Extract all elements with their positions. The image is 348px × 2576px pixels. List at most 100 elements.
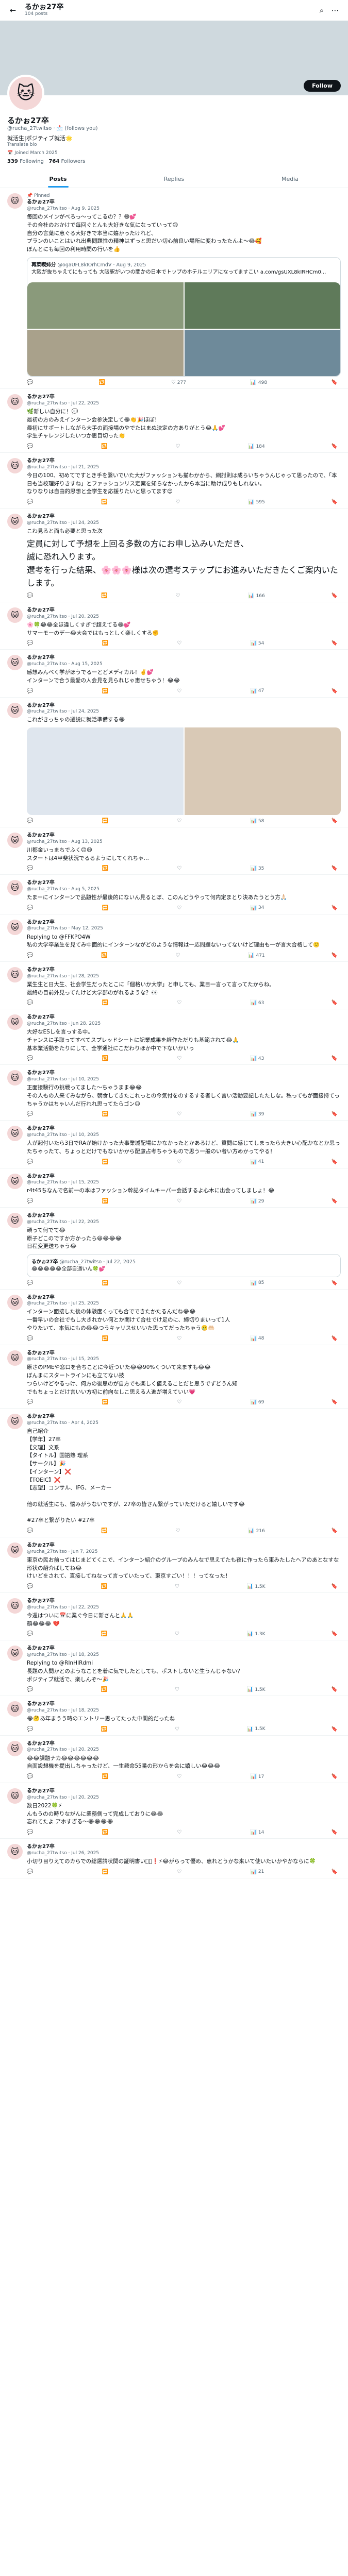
views-button[interactable]: 📊 35 [250,866,264,871]
post-author[interactable]: るかぉ27卒 [27,833,55,838]
post-avatar[interactable]: 🐱 [7,655,23,671]
reply-button[interactable]: 💬 [27,380,35,385]
post-avatar[interactable]: 🐱 [7,1213,23,1229]
repost-button[interactable]: 🔁 [102,1159,110,1165]
post[interactable]: 🐱 るかぉ27卒 @rucha_27twitso · Jul 22, 2025 頑って… [0,1208,348,1290]
bookmark-button[interactable]: 🔖 [332,1280,338,1286]
post-author[interactable]: るかぉ27卒 [27,1701,55,1707]
bookmark-button[interactable]: 🔖 [332,444,338,449]
reply-button[interactable]: 💬 [27,1111,35,1117]
repost-button[interactable]: 🔁 [102,905,110,911]
like-button[interactable]: ♡ [175,1631,181,1637]
repost-button[interactable]: 🔁 [99,380,107,385]
like-button[interactable]: ♡ [175,593,181,599]
like-button[interactable]: ♡ 277 [171,380,186,385]
reply-button[interactable]: 💬 [27,1159,35,1165]
like-button[interactable]: ♡ [177,1869,183,1875]
post-avatar[interactable]: 🐱 [7,919,23,935]
reply-button[interactable]: 💬 [27,444,35,449]
bookmark-button[interactable]: 🔖 [332,1829,338,1835]
bookmark-button[interactable]: 🔖 [332,1774,338,1780]
like-button[interactable]: ♡ [177,1198,183,1204]
reply-button[interactable]: 💬 [27,866,35,871]
post-author[interactable]: るかぉ27卒 [27,920,55,925]
bookmark-button[interactable]: 🔖 [332,818,338,824]
like-button[interactable]: ♡ [175,1584,181,1589]
post-avatar[interactable]: 🐱 [7,1543,23,1558]
bookmark-button[interactable]: 🔖 [332,1726,338,1732]
post-avatar[interactable]: 🐱 [7,967,23,983]
views-button[interactable]: 📊 216 [248,1528,265,1534]
media-image[interactable] [27,330,184,377]
reply-button[interactable]: 💬 [27,640,35,646]
post[interactable]: 🐱 るかぉ27卒 @rucha_27twitso · Aug 15, 2025 感想み… [0,650,348,698]
reply-button[interactable]: 💬 [27,1528,35,1534]
like-button[interactable]: ♡ [177,905,183,911]
post-avatar[interactable]: 🐱 [7,702,23,718]
post-avatar[interactable]: 🐱 [7,514,23,530]
bookmark-button[interactable]: 🔖 [332,1869,338,1875]
bookmark-button[interactable]: 🔖 [332,593,338,599]
views-button[interactable]: 📊 47 [250,688,264,694]
like-button[interactable]: ♡ [177,1774,183,1780]
like-button[interactable]: ♡ [177,1336,183,1342]
reply-button[interactable]: 💬 [27,1726,35,1732]
repost-button[interactable]: 🔁 [101,1631,108,1637]
views-button[interactable]: 📊 1.5K [247,1687,266,1692]
views-button[interactable]: 📊 54 [250,640,264,646]
post-avatar[interactable]: 🐱 [7,458,23,474]
post-author[interactable]: るかぉ27卒 [27,703,55,708]
bookmark-button[interactable]: 🔖 [332,1198,338,1204]
views-button[interactable]: 📊 69 [250,1399,264,1405]
views-button[interactable]: 📊 63 [250,1000,264,1006]
repost-button[interactable]: 🔁 [101,499,109,505]
reply-button[interactable]: 💬 [27,818,35,824]
views-button[interactable]: 📊 21 [250,1869,264,1875]
post[interactable]: 🐱 るかぉ27卒 @rucha_27twitso · Apr 4, 2025 自己紹介… [0,1409,348,1538]
reply-button[interactable]: 💬 [27,1774,35,1780]
quoted-post[interactable]: 再菜喫姉分 @ogaUFL8kIOrhCmdV · Aug 9, 2025 大阪が… [27,257,341,377]
reply-button[interactable]: 💬 [27,1056,35,1061]
views-button[interactable]: 📊 1.5K [247,1584,266,1589]
post[interactable]: 🐱 るかぉ27卒 @rucha_27twitso · Jul 20, 2025 😂😂課… [0,1736,348,1784]
post-author[interactable]: るかぉ27卒 [27,1543,55,1548]
post-author[interactable]: るかぉ27卒 [27,1414,55,1419]
post-avatar[interactable]: 🐱 [7,1646,23,1662]
repost-button[interactable]: 🔁 [102,640,110,646]
media-image[interactable] [27,727,184,816]
post[interactable]: 🐱 るかぉ27卒 @rucha_27twitso · May 12, 2025 Rep… [0,914,348,962]
views-button[interactable]: 📊 48 [250,1336,264,1342]
post-avatar[interactable]: 🐱 [7,1294,23,1310]
post[interactable]: 🐱 るかぉ27卒 @rucha_27twitso · Jun 28, 2025 大好な… [0,1009,348,1065]
bookmark-button[interactable]: 🔖 [332,1336,338,1342]
repost-button[interactable]: 🔁 [101,1726,108,1732]
bookmark-button[interactable]: 🔖 [332,1000,338,1006]
post-avatar[interactable]: 🐱 [7,1070,23,1086]
post-author[interactable]: るかぉ27卒 [27,607,55,613]
media-image[interactable] [184,727,341,816]
views-button[interactable]: 📊 29 [250,1198,264,1204]
views-button[interactable]: 📊 34 [250,905,264,911]
quoted-post[interactable]: るかぉ27卒 @rucha_27twitso · Jul 22, 2025 😂😂😂… [27,1254,341,1277]
repost-button[interactable]: 🔁 [101,593,109,599]
like-button[interactable]: ♡ [175,1528,181,1534]
post-author[interactable]: るかぉ27卒 [27,1788,55,1794]
post-avatar[interactable]: 🐱 [7,394,23,410]
post[interactable]: 🐱 るかぉ27卒 @rucha_27twitso · Jul 20, 2025 🌸🍀😂… [0,602,348,650]
reply-button[interactable]: 💬 [27,593,35,599]
reply-button[interactable]: 💬 [27,1336,35,1342]
repost-button[interactable]: 🔁 [101,1528,109,1534]
views-button[interactable]: 📊 14 [250,1829,264,1835]
tab-media[interactable]: Media [232,170,348,188]
bookmark-button[interactable]: 🔖 [332,1584,338,1589]
reply-button[interactable]: 💬 [27,1399,35,1405]
views-button[interactable]: 📊 498 [250,380,267,385]
reply-button[interactable]: 💬 [27,1687,35,1692]
reply-button[interactable]: 💬 [27,1631,35,1637]
bookmark-button[interactable]: 🔖 [332,1631,338,1637]
post[interactable]: 🐱 るかぉ27卒 @rucha_27twitso · Jul 15, 2025 原さの… [0,1345,348,1409]
post[interactable]: 🐱 るかぉ27卒 @rucha_27twitso · Jun 7, 2025 東京の民… [0,1537,348,1594]
repost-button[interactable]: 🔁 [101,953,109,958]
like-button[interactable]: ♡ [175,1687,181,1692]
views-button[interactable]: 📊 1.5K [247,1726,266,1732]
